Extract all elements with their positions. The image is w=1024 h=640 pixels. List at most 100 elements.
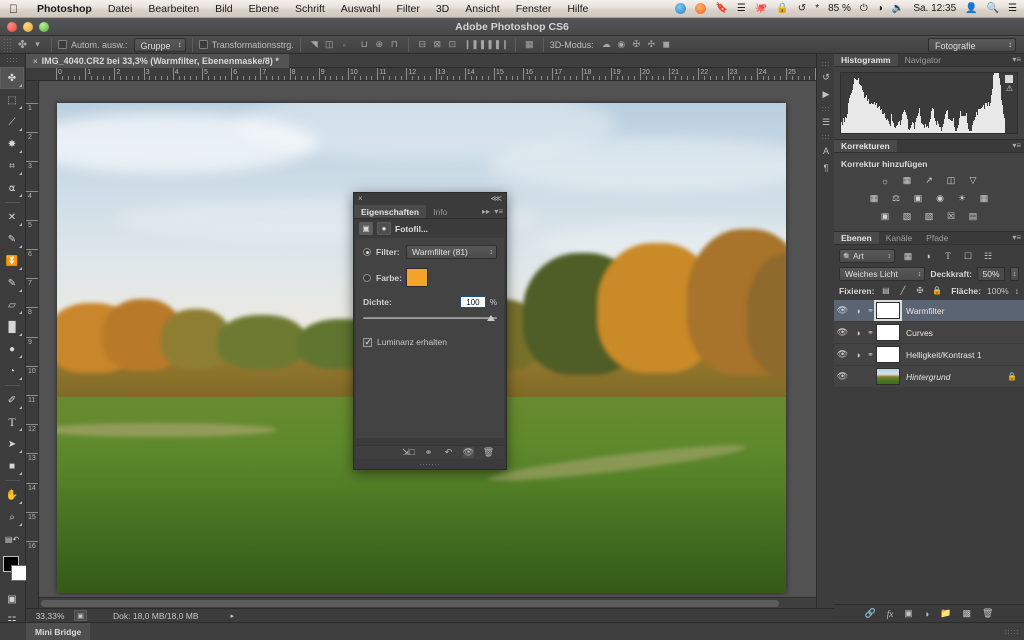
distribute-left-icon[interactable]: ❙❚ bbox=[464, 38, 479, 52]
tab-info[interactable]: Info bbox=[426, 205, 454, 218]
tab-ebenen[interactable]: Ebenen bbox=[834, 232, 879, 244]
posterize-icon[interactable]: ▧ bbox=[900, 210, 915, 223]
preserve-luminosity-checkbox[interactable] bbox=[363, 338, 372, 347]
photo-filter-icon[interactable]: ◉ bbox=[933, 192, 948, 205]
options-bar-grip[interactable] bbox=[3, 38, 11, 52]
mini-bridge-tab[interactable]: Mini Bridge bbox=[26, 623, 90, 640]
opacity-stepper[interactable]: ↕ bbox=[1010, 267, 1019, 281]
blur-tool[interactable]: ● bbox=[0, 338, 24, 360]
roll-3d-icon[interactable]: ◉ bbox=[614, 38, 629, 52]
lasso-tool[interactable]: ⟋ bbox=[0, 111, 24, 133]
menu-fenster[interactable]: Fenster bbox=[508, 0, 560, 18]
filter-pixel-icon[interactable]: ▦ bbox=[901, 250, 915, 263]
status-expand-arrow[interactable]: ▸ bbox=[231, 612, 235, 620]
threshold-icon[interactable]: ▧ bbox=[922, 210, 937, 223]
table-row[interactable]: 👁 ◑ ⚭ Helligkeit/Kontrast 1 bbox=[834, 344, 1024, 366]
vibrance-icon[interactable]: ▽ bbox=[966, 174, 981, 187]
tool-preset-chevron-down-icon[interactable]: ▾ bbox=[30, 38, 45, 52]
clock-text[interactable]: Sa. 12:35 bbox=[913, 0, 956, 18]
properties-panel-resize-grip[interactable] bbox=[354, 460, 506, 468]
layer-visibility-icon[interactable]: 👁 bbox=[834, 349, 851, 360]
color-lookup-icon[interactable]: ▦ bbox=[977, 192, 992, 205]
brightness-contrast-icon[interactable]: ☼ bbox=[878, 174, 893, 187]
menu-ebene[interactable]: Ebene bbox=[241, 0, 287, 18]
battery-icon[interactable]: ⏻ bbox=[860, 0, 868, 18]
menu-filter[interactable]: Filter bbox=[389, 0, 428, 18]
lock-position-icon[interactable]: ✠ bbox=[914, 285, 925, 296]
apple-icon[interactable]:  bbox=[9, 3, 18, 15]
clone-stamp-tool[interactable]: ⏬ bbox=[0, 250, 24, 272]
filter-smart-object-icon[interactable]: ☷ bbox=[981, 250, 995, 263]
path-selection-tool[interactable]: ➤ bbox=[0, 433, 24, 455]
layer-name[interactable]: Hintergrund bbox=[906, 372, 950, 382]
menu-3d[interactable]: 3D bbox=[428, 0, 457, 18]
hue-saturation-icon[interactable]: ▦ bbox=[867, 192, 882, 205]
adjustment-layer-icon[interactable]: ◑ bbox=[851, 328, 865, 338]
actions-play-icon[interactable]: ▶ bbox=[817, 86, 835, 103]
blend-mode-dropdown[interactable]: Weiches Licht bbox=[839, 267, 925, 281]
canvas-horizontal-scrollbar[interactable] bbox=[39, 597, 816, 608]
new-group-icon[interactable]: 📁 bbox=[940, 608, 951, 619]
slide-3d-icon[interactable]: ✣ bbox=[644, 38, 659, 52]
tab-navigator[interactable]: Navigator bbox=[898, 54, 948, 66]
adjustment-layer-icon[interactable]: ◑ bbox=[851, 350, 865, 360]
layer-filter-kind-dropdown[interactable]: Art bbox=[839, 249, 895, 263]
add-layer-style-icon[interactable]: fx bbox=[887, 609, 894, 619]
panel-menu-icon[interactable]: ▾≡ bbox=[494, 207, 503, 216]
menu-auswahl[interactable]: Auswahl bbox=[333, 0, 389, 18]
pen-tool[interactable]: ✐ bbox=[0, 389, 24, 411]
default-colors-icon[interactable]: ▤↶ bbox=[0, 528, 24, 550]
layer-mask-thumbnail[interactable] bbox=[876, 324, 900, 341]
adjustment-layer-icon[interactable]: ◑ bbox=[851, 306, 865, 316]
reset-icon[interactable]: ↶ bbox=[443, 447, 454, 458]
view-previous-state-icon[interactable]: ⚭ bbox=[423, 447, 434, 458]
delete-icon[interactable]: 🗑 bbox=[483, 447, 494, 458]
table-row[interactable]: 👁 Hintergrund 🔒 bbox=[834, 366, 1024, 388]
menu-datei[interactable]: Datei bbox=[100, 0, 141, 18]
panel-menu-icon[interactable]: ▾≡ bbox=[1012, 233, 1021, 242]
close-icon[interactable]: × bbox=[33, 57, 38, 66]
gradient-map-icon[interactable]: ▤ bbox=[966, 210, 981, 223]
new-adjustment-layer-icon[interactable]: ◑ bbox=[924, 609, 929, 619]
menu-ansicht[interactable]: Ansicht bbox=[457, 0, 507, 18]
color-balance-icon[interactable]: ⚖ bbox=[889, 192, 904, 205]
new-layer-icon[interactable]: ▩ bbox=[962, 608, 971, 619]
lock-all-icon[interactable]: 🔒 bbox=[931, 285, 942, 296]
layer-thumbnail[interactable] bbox=[876, 368, 900, 385]
layer-mask-thumbnail[interactable] bbox=[876, 302, 900, 319]
refresh-warning-icon[interactable] bbox=[1005, 75, 1013, 83]
color-radio[interactable] bbox=[363, 274, 371, 282]
black-white-icon[interactable]: ▣ bbox=[911, 192, 926, 205]
add-layer-mask-icon[interactable]: ▣ bbox=[904, 608, 913, 619]
layer-visibility-icon[interactable]: 👁 bbox=[834, 305, 851, 316]
align-bottom-edges-icon[interactable]: ⊓ bbox=[387, 38, 402, 52]
menu-bearbeiten[interactable]: Bearbeiten bbox=[140, 0, 207, 18]
search-icon[interactable]: 🔍 bbox=[987, 0, 999, 18]
link-layers-icon[interactable]: 🔗 bbox=[865, 608, 876, 619]
mask-link-icon[interactable]: ⚭ bbox=[865, 328, 876, 337]
rectangular-marquee-tool[interactable]: ⬚ bbox=[0, 89, 24, 111]
horizontal-ruler[interactable]: 0 1 2 3 4 5 6 7 8 9 10 11 12 13 14 15 16 17 18 19 20 21 22 23 24… bbox=[26, 68, 816, 81]
auto-select-scope-dropdown[interactable]: Gruppe bbox=[134, 38, 186, 52]
panel-menu-icon[interactable]: ▾≡ bbox=[1012, 55, 1021, 64]
curves-icon[interactable]: ↗ bbox=[922, 174, 937, 187]
filter-adjustment-icon[interactable]: ◑ bbox=[921, 250, 935, 263]
brush-tool[interactable]: ✎ bbox=[0, 228, 24, 250]
clock-orange-icon[interactable] bbox=[695, 3, 706, 14]
layer-name[interactable]: Warmfilter bbox=[906, 306, 944, 316]
align-horizontal-centers-icon[interactable]: ◫ bbox=[322, 38, 337, 52]
menu-photoshop[interactable]: Photoshop bbox=[29, 0, 100, 18]
menu-bild[interactable]: Bild bbox=[207, 0, 241, 18]
move-tool-icon[interactable]: ✤ bbox=[15, 38, 30, 52]
auto-align-layers-icon[interactable]: ▦ bbox=[522, 38, 537, 52]
evernote-icon[interactable]: 🐙 bbox=[755, 0, 767, 18]
table-row[interactable]: 👁 ◑ ⚭ Curves bbox=[834, 322, 1024, 344]
dodge-tool[interactable]: ◔ bbox=[0, 360, 24, 382]
layer-mask-icon[interactable]: ● bbox=[377, 222, 391, 235]
selective-color-icon[interactable]: ☒ bbox=[944, 210, 959, 223]
auto-select-checkbox[interactable] bbox=[58, 40, 67, 49]
eraser-tool[interactable]: ▱ bbox=[0, 294, 24, 316]
user-icon[interactable]: 👤 bbox=[965, 0, 977, 18]
tab-pfade[interactable]: Pfade bbox=[919, 232, 955, 244]
expand-icon[interactable]: ▸▸ bbox=[482, 207, 490, 216]
